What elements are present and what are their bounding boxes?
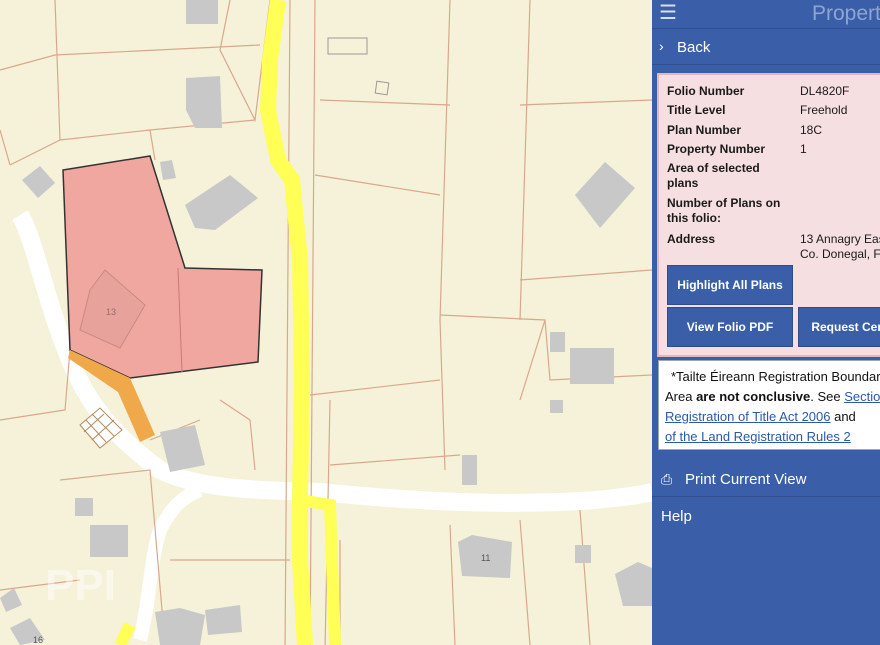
- parcel-number-13: 13: [106, 307, 116, 317]
- folio-info-box: Folio Number DL4820F Title Level Freehol…: [657, 73, 880, 357]
- folio-key: Title Level: [667, 103, 726, 117]
- map-view[interactable]: 13 11 16 PPI: [0, 0, 652, 645]
- land-registration-rules-link[interactable]: of the Land Registration Rules 2: [665, 429, 851, 444]
- print-label: Print Current View: [685, 471, 807, 488]
- disclaimer-line-4: of the Land Registration Rules 2: [665, 429, 851, 444]
- request-certificate-button[interactable]: Request Certifi: [798, 307, 880, 347]
- disclaimer-text: and: [830, 409, 856, 424]
- disclaimer-bold: are not conclusive: [696, 389, 811, 404]
- panel-header: ☰ Propert: [652, 0, 880, 29]
- disclaimer-text: Area: [665, 389, 697, 404]
- hamburger-icon[interactable]: ☰: [659, 3, 677, 23]
- folio-key: Address: [667, 232, 716, 246]
- folio-value: Freehold: [800, 103, 848, 117]
- property-panel: ☰ Propert › Back Folio Number DL4820F Ti…: [652, 0, 880, 645]
- help-link[interactable]: Help: [661, 508, 692, 525]
- folio-value: DL4820F: [800, 84, 850, 98]
- section-link[interactable]: Sectio: [844, 389, 880, 404]
- folio-key: Area of selected plans: [667, 161, 760, 190]
- folio-key: Folio Number: [667, 84, 745, 98]
- map-canvas[interactable]: 13 11 16 PPI: [0, 0, 652, 645]
- view-folio-pdf-button[interactable]: View Folio PDF: [667, 307, 793, 347]
- disclaimer-box: *Tailte Éireann Registration Boundari Ar…: [658, 360, 880, 450]
- folio-key: Number of Plans on this folio:: [667, 196, 781, 225]
- printer-icon: ⎙: [661, 471, 673, 487]
- print-current-view-button[interactable]: ⎙ Print Current View: [652, 462, 880, 497]
- disclaimer-line-1: *Tailte Éireann Registration Boundari: [671, 369, 880, 384]
- disclaimer-line-3: Registration of Title Act 2006 and: [665, 409, 856, 424]
- folio-value: 1: [800, 142, 807, 156]
- disclaimer-line-2: Area are not conclusive. See Sectio: [665, 389, 880, 404]
- watermark-logo: PPI: [45, 561, 116, 610]
- address-value: 13 Annagry Eas Co. Donegal, F9: [800, 232, 880, 261]
- highlight-all-plans-button[interactable]: Highlight All Plans: [667, 265, 793, 305]
- parcel-number-11: 11: [481, 553, 490, 563]
- back-label: Back: [677, 39, 711, 56]
- registration-act-link[interactable]: Registration of Title Act 2006: [665, 409, 830, 424]
- disclaimer-text: . See: [810, 389, 845, 404]
- folio-key: Plan Number: [667, 123, 742, 137]
- chevron-right-icon: ›: [659, 38, 664, 54]
- panel-title: Propert: [812, 2, 880, 25]
- parcel-number-16: 16: [33, 635, 43, 645]
- back-button[interactable]: › Back: [652, 30, 880, 65]
- folio-key: Property Number: [667, 142, 766, 156]
- folio-value: 18C: [800, 123, 823, 137]
